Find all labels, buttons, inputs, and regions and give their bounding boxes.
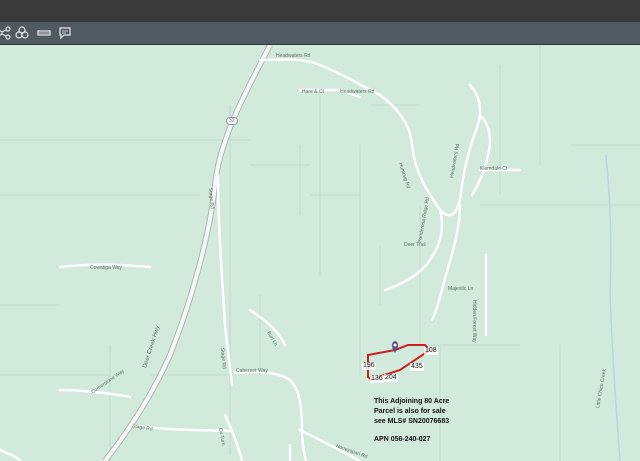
route-32-shield: 32 xyxy=(226,117,238,125)
top-bar xyxy=(0,0,640,22)
share-icon[interactable] xyxy=(0,25,12,41)
parcel-dim-southwest: 136 xyxy=(370,375,384,383)
note-apn: APN 056-240-027 xyxy=(374,436,431,443)
road-label-headwaters-1: Headwaters Rd xyxy=(276,53,311,59)
road-label-klemdale: Klemdale Ct xyxy=(480,166,508,172)
parcel-dim-east: 108 xyxy=(424,347,438,355)
measure-icon[interactable] xyxy=(36,25,52,41)
parcel-dim-west: 196 xyxy=(362,362,376,370)
road-label-headwaters-2: Headwaters Rd xyxy=(340,89,375,95)
road-label-hidden-forest: Hidden Forest Way xyxy=(471,300,477,343)
comment-icon[interactable] xyxy=(57,25,73,41)
road-label-hare-ct: Hare & Ct xyxy=(302,89,324,95)
parcel-dim-southeast: 435 xyxy=(410,363,424,371)
listing-note: This Adjoining 80 Acre Parcel is also fo… xyxy=(374,397,449,445)
layers-icon[interactable] xyxy=(14,25,30,41)
note-line-1: This Adjoining 80 Acre xyxy=(374,398,450,405)
map-canvas[interactable]: Headwaters Rd Headwaters Rd Hare & Ct 32… xyxy=(0,45,640,461)
road-label-cabernet: Cabernet Way xyxy=(236,368,268,374)
road-label-majestic: Majestic Ln xyxy=(448,286,474,292)
map-roads-layer xyxy=(0,45,640,461)
parcel-dim-south: 204 xyxy=(384,374,398,382)
note-line-3: see MLS# SN20076683 xyxy=(374,418,450,425)
map-toolbar xyxy=(0,22,640,45)
road-label-cowatiga: Cowatiga Way xyxy=(90,265,123,271)
note-line-2: Parcel is also for sale xyxy=(374,408,446,415)
